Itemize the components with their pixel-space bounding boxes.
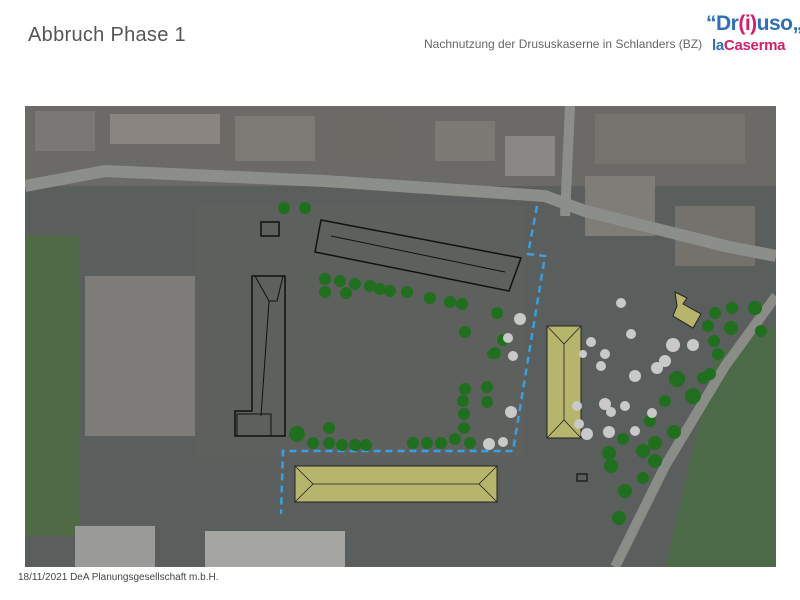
house-roof [335,118,395,158]
site-interior [195,206,525,456]
logo-line-1: “Dr(i)uso„ [706,12,800,35]
site-plan-map [25,106,776,567]
building-west-hall [85,276,195,436]
road-connector [560,106,575,217]
page-subtitle: Nachnutzung der Drususkaserne in Schland… [424,37,703,51]
building-south-1 [75,526,155,567]
field-west [25,236,80,536]
project-logo: “Dr(i)uso„ laCaserma [706,12,800,62]
house-roof [35,111,95,151]
house-roof [595,114,745,164]
footer-credit: 18/11/2021 DeA Planungsgesellschaft m.b.… [18,572,219,583]
building-south-2 [205,531,345,567]
site-plan-svg [25,106,776,567]
house-roof [235,116,315,161]
house-roof [110,114,220,144]
house-roof [505,136,555,176]
house-roof [435,121,495,161]
logo-line-2: laCaserma [712,37,786,54]
retained-building-south [294,465,498,503]
page-title: Abbruch Phase 1 [28,24,186,46]
